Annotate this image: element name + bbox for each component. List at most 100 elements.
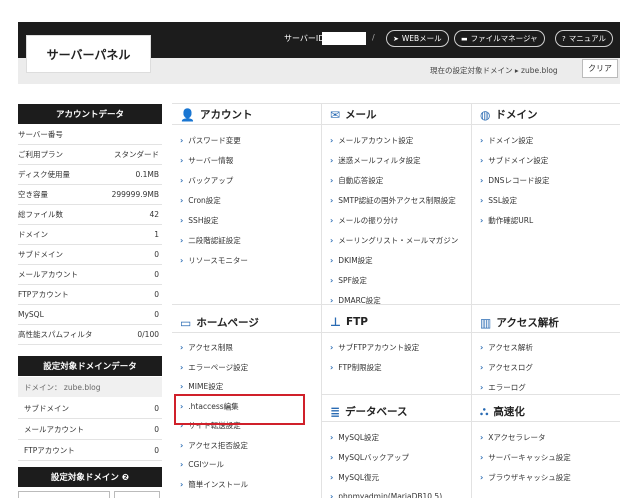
mail-menu-item[interactable]: › 自動応答設定 xyxy=(330,175,383,186)
domain-menu-item[interactable]: › SSL設定 xyxy=(480,195,517,206)
homepage-menu-item[interactable]: › MIME設定 xyxy=(180,381,223,392)
network-icon: ⛬ xyxy=(480,404,489,418)
domain-menu-item-label: ドメイン設定 xyxy=(488,136,534,145)
speed-heading[interactable]: ⛬ 高速化 xyxy=(480,404,525,419)
mail-menu-item[interactable]: › SPF設定 xyxy=(330,275,367,286)
domain-menu-item[interactable]: › 動作確認URL xyxy=(480,215,533,226)
mail-menu-item[interactable]: › メールの振り分け xyxy=(330,215,398,226)
account-data-label: ドメイン xyxy=(18,230,48,239)
target-data-value: 0 xyxy=(154,404,159,413)
access-menu-item[interactable]: › エラーログ xyxy=(480,382,526,393)
account-menu-item[interactable]: › バックアップ xyxy=(180,175,233,186)
account-menu-item[interactable]: › パスワード変更 xyxy=(180,135,241,146)
account-data-row: 総ファイル数 42 xyxy=(18,205,162,225)
account-data-value: 0 xyxy=(154,310,159,319)
speed-menu-item[interactable]: › ブラウザキャッシュ設定 xyxy=(480,472,571,483)
database-heading[interactable]: ≣ データベース xyxy=(330,404,408,419)
account-menu-item[interactable]: › リソースモニター xyxy=(180,255,248,266)
mail-menu-item-label: メールの振り分け xyxy=(338,216,399,225)
mail-menu-item-label: SMTP認証の国外アクセス制限設定 xyxy=(338,196,456,205)
target-domain-submit[interactable] xyxy=(114,491,160,498)
access-menu-item[interactable]: › アクセスログ xyxy=(480,362,533,373)
account-menu-item[interactable]: › 二段階認証設定 xyxy=(180,235,241,246)
homepage-menu-item[interactable]: › アクセス制限 xyxy=(180,342,233,353)
homepage-menu-item-label: エラーページ設定 xyxy=(188,362,249,372)
chevron-right-icon: › xyxy=(180,196,184,205)
speed-menu-item[interactable]: › サーバーキャッシュ設定 xyxy=(480,452,571,463)
account-data-value: 0/100 xyxy=(137,330,159,339)
chevron-right-icon: › xyxy=(180,236,184,245)
chevron-right-icon: › xyxy=(330,196,334,205)
mail-menu-item[interactable]: › メーリングリスト・メールマガジン xyxy=(330,235,458,246)
homepage-menu-item-label: アクセス拒否設定 xyxy=(188,440,248,450)
account-data-value: 0 xyxy=(154,290,159,299)
account-data-label: MySQL xyxy=(18,310,44,319)
ftp-heading[interactable]: ⊥ FTP xyxy=(330,315,368,329)
homepage-menu-item[interactable]: › CGIツール xyxy=(180,459,224,470)
database-menu-item-label: MySQLバックアップ xyxy=(338,453,410,462)
account-data-row: FTPアカウント 0 xyxy=(18,285,162,305)
chevron-right-icon: › xyxy=(330,363,334,372)
domain-menu-item[interactable]: › ドメイン設定 xyxy=(480,135,533,146)
account-heading-label: アカウント xyxy=(199,109,253,121)
top-heading-divider xyxy=(172,124,620,125)
mail-menu-item-label: DKIM設定 xyxy=(338,256,373,265)
mail-heading[interactable]: ✉ メール xyxy=(330,107,377,122)
mail-menu-item-label: SPF設定 xyxy=(338,276,367,285)
mail-menu-item[interactable]: › SMTP認証の国外アクセス制限設定 xyxy=(330,195,456,206)
database-menu-item-label: MySQL復元 xyxy=(338,473,380,482)
access-menu-item-label: アクセス解析 xyxy=(488,343,533,352)
account-menu-item[interactable]: › SSH設定 xyxy=(180,215,218,226)
file-manager-button[interactable]: ▬ ファイルマネージャ xyxy=(454,30,545,47)
target-domain-select-title: 設定対象ドメイン ❷ xyxy=(18,467,162,487)
database-menu-item[interactable]: › MySQLバックアップ xyxy=(330,452,409,463)
ftp-menu-item[interactable]: › FTP制限設定 xyxy=(330,362,382,373)
access-menu-item[interactable]: › アクセス解析 xyxy=(480,342,533,353)
account-heading[interactable]: 👤 アカウント xyxy=(180,107,252,122)
speed-menu-item[interactable]: › Xアクセラレータ xyxy=(480,432,546,443)
target-data-label: サブドメイン xyxy=(24,404,69,413)
panel-logo[interactable]: サーバーパネル xyxy=(26,35,151,73)
chevron-right-icon: › xyxy=(330,433,334,442)
access-heading[interactable]: ▥ アクセス解析 xyxy=(480,315,559,330)
mail-menu-item[interactable]: › 迷惑メールフィルタ設定 xyxy=(330,155,421,166)
webmail-button[interactable]: ➤ WEBメール xyxy=(386,30,449,47)
server-id-value xyxy=(322,32,366,45)
chevron-right-icon: › xyxy=(180,362,184,372)
mail-menu-item[interactable]: › メールアカウント設定 xyxy=(330,135,413,146)
domain-menu-item-label: SSL設定 xyxy=(488,196,517,205)
homepage-menu-item[interactable]: › 簡単インストール xyxy=(180,479,248,490)
clear-button[interactable]: クリア xyxy=(582,59,618,78)
account-menu-item[interactable]: › サーバー情報 xyxy=(180,155,233,166)
domain-menu-item[interactable]: › サブドメイン設定 xyxy=(480,155,548,166)
manual-button[interactable]: ? マニュアル xyxy=(555,30,613,47)
pointer-cursor-icon: ☝ xyxy=(226,404,232,414)
database-menu-item[interactable]: › MySQL復元 xyxy=(330,472,379,483)
target-data-row: メールアカウント 0 xyxy=(18,420,162,440)
domain-menu-item[interactable]: › DNSレコード設定 xyxy=(480,175,549,186)
speed-menu-item-label: Xアクセラレータ xyxy=(488,433,546,442)
mail-menu-item[interactable]: › DMARC設定 xyxy=(330,295,381,306)
account-data-title: アカウントデータ xyxy=(18,104,162,124)
server-id-label: サーバーID xyxy=(284,34,325,43)
domain-heading[interactable]: ◍ ドメイン xyxy=(480,107,537,122)
account-data-label: 空き容量 xyxy=(18,190,48,199)
target-domain-select[interactable] xyxy=(18,491,110,498)
chevron-right-icon: › xyxy=(480,473,484,482)
mail-menu-item[interactable]: › DKIM設定 xyxy=(330,255,373,266)
account-data-row: 高性能スパムフィルタ 0/100 xyxy=(18,325,162,345)
account-menu-item-label: サーバー情報 xyxy=(188,156,234,165)
homepage-menu-item[interactable]: › エラーページ設定 xyxy=(180,362,248,373)
chevron-right-icon: › xyxy=(180,176,184,185)
header-slash: / xyxy=(372,33,375,42)
database-menu-item[interactable]: › phpmyadmin(MariaDB10.5) xyxy=(330,492,442,498)
ftp-menu-item[interactable]: › サブFTPアカウント設定 xyxy=(330,342,419,353)
chevron-right-icon: › xyxy=(480,453,484,462)
bar-chart-icon: ▥ xyxy=(480,315,492,330)
chevron-right-icon: › xyxy=(480,363,484,372)
mail-menu-item-label: メールアカウント設定 xyxy=(338,136,414,145)
homepage-heading[interactable]: ▭ ホームページ xyxy=(180,315,259,330)
database-menu-item[interactable]: › MySQL設定 xyxy=(330,432,379,443)
homepage-menu-item[interactable]: › アクセス拒否設定 xyxy=(180,440,248,451)
account-menu-item[interactable]: › Cron設定 xyxy=(180,195,221,206)
